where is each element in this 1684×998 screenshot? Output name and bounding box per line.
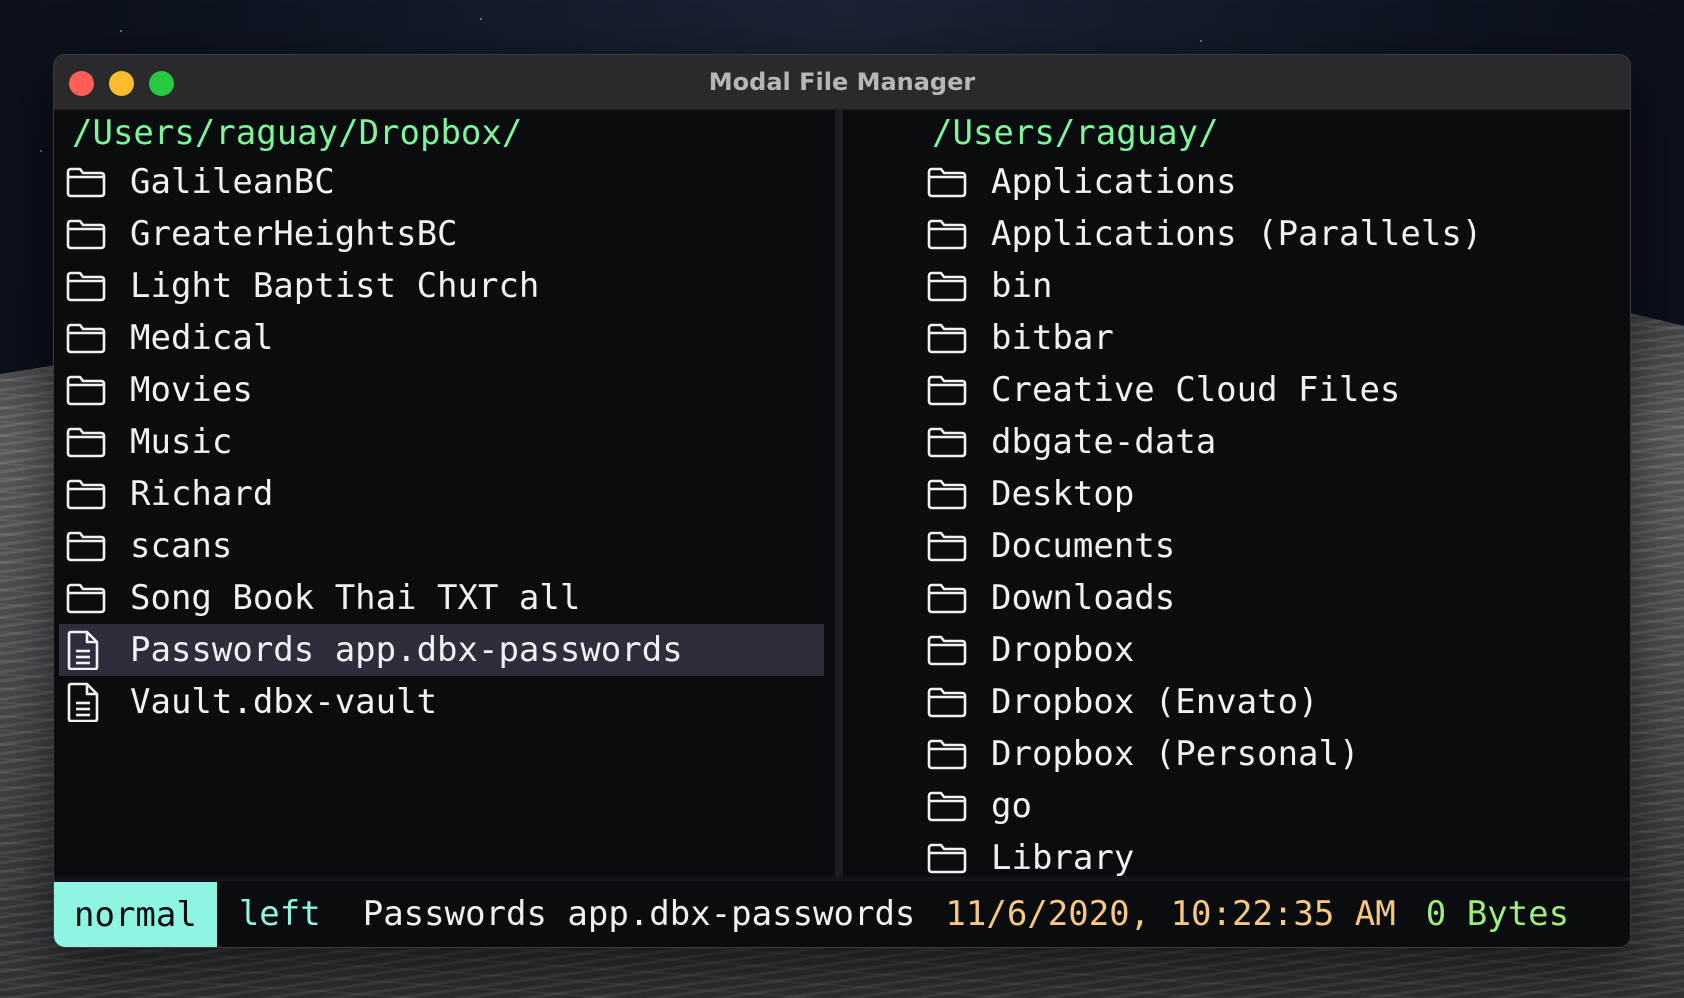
item-label: GalileanBC [130, 162, 335, 202]
left-pane-list: GalileanBC GreaterHeightsBC Light Baptist … [54, 156, 830, 728]
folder-icon [66, 370, 110, 410]
item-label: Light Baptist Church [130, 266, 540, 306]
folder-icon [66, 526, 110, 566]
right-pane-list: Applications Applications (Parallels) bin b… [859, 156, 1630, 884]
status-bar: normal left Passwords app.dbx-passwords … [54, 877, 1630, 947]
item-label: bitbar [991, 318, 1114, 358]
folder-icon [66, 422, 110, 462]
item-label: dbgate-data [991, 422, 1217, 462]
right-pane[interactable]: /Users/raguay/ Applications Applications … [859, 110, 1630, 933]
item-label: Richard [130, 474, 274, 514]
panes: /Users/raguay/Dropbox/ GalileanBC Greater… [54, 110, 1630, 933]
folder-item[interactable]: Medical [54, 312, 830, 364]
status-file-size: 0 Bytes [1425, 894, 1570, 934]
folder-icon [927, 318, 971, 358]
item-label: Dropbox (Envato) [991, 682, 1319, 722]
active-side-indicator: left [238, 894, 321, 934]
folder-icon [927, 630, 971, 670]
item-label: Song Book Thai TXT all [130, 578, 581, 618]
item-label: Movies [130, 370, 253, 410]
folder-item[interactable]: Music [54, 416, 830, 468]
item-label: Vault.dbx-vault [130, 682, 438, 722]
folder-item[interactable]: Applications (Parallels) [859, 208, 1630, 260]
file-item[interactable]: Passwords app.dbx-passwords [59, 624, 824, 676]
status-file-date: 11/6/2020, 10:22:35 AM [945, 894, 1396, 934]
file-item[interactable]: Vault.dbx-vault [54, 676, 830, 728]
folder-item[interactable]: Downloads [859, 572, 1630, 624]
folder-item[interactable]: GalileanBC [54, 156, 830, 208]
folder-item[interactable]: Dropbox [859, 624, 1630, 676]
window-title: Modal File Manager [708, 68, 976, 96]
folder-icon [927, 786, 971, 826]
item-label: Dropbox (Personal) [991, 734, 1360, 774]
folder-icon [66, 162, 110, 202]
pane-divider[interactable] [830, 110, 859, 933]
folder-icon [927, 214, 971, 254]
file-icon [66, 682, 110, 722]
item-label: Applications [991, 162, 1237, 202]
item-label: Creative Cloud Files [991, 370, 1401, 410]
folder-item[interactable]: Applications [859, 156, 1630, 208]
folder-item[interactable]: scans [54, 520, 830, 572]
folder-item[interactable]: Desktop [859, 468, 1630, 520]
item-label: Documents [991, 526, 1176, 566]
star [120, 30, 122, 32]
folder-icon [927, 162, 971, 202]
folder-icon [66, 318, 110, 358]
title-bar[interactable]: Modal File Manager [54, 55, 1630, 110]
folder-item[interactable]: Richard [54, 468, 830, 520]
file-icon [66, 630, 110, 670]
folder-icon [66, 266, 110, 306]
item-label: Passwords app.dbx-passwords [130, 630, 683, 670]
folder-item[interactable]: Movies [54, 364, 830, 416]
folder-item[interactable]: bitbar [859, 312, 1630, 364]
item-label: Desktop [991, 474, 1135, 514]
item-label: bin [991, 266, 1053, 306]
folder-icon [927, 370, 971, 410]
left-pane-path: /Users/raguay/Dropbox/ [72, 113, 523, 153]
folder-item[interactable]: Light Baptist Church [54, 260, 830, 312]
folder-icon [66, 474, 110, 514]
folder-icon [927, 838, 971, 878]
item-label: go [991, 786, 1032, 826]
folder-icon [927, 266, 971, 306]
item-label: scans [130, 526, 233, 566]
folder-icon [66, 578, 110, 618]
item-label: GreaterHeightsBC [130, 214, 458, 254]
status-file-name: Passwords app.dbx-passwords [362, 894, 916, 934]
star [480, 18, 482, 20]
folder-item[interactable]: Documents [859, 520, 1630, 572]
folder-item[interactable]: bin [859, 260, 1630, 312]
folder-icon [927, 734, 971, 774]
folder-icon [927, 578, 971, 618]
item-label: Library [991, 838, 1135, 878]
star [40, 150, 42, 152]
item-label: Music [130, 422, 233, 462]
item-label: Downloads [991, 578, 1176, 618]
folder-item[interactable]: go [859, 780, 1630, 832]
file-manager-window: Modal File Manager /Users/raguay/Dropbox… [53, 54, 1631, 948]
mode-indicator: normal [54, 882, 217, 947]
item-label: Medical [130, 318, 274, 358]
folder-item[interactable]: Song Book Thai TXT all [54, 572, 830, 624]
folder-icon [927, 526, 971, 566]
star [1200, 40, 1202, 42]
right-pane-path: /Users/raguay/ [932, 113, 1219, 153]
folder-icon [927, 474, 971, 514]
folder-item[interactable]: Dropbox (Personal) [859, 728, 1630, 780]
item-label: Dropbox [991, 630, 1135, 670]
folder-icon [927, 682, 971, 722]
folder-item[interactable]: Dropbox (Envato) [859, 676, 1630, 728]
folder-icon [66, 214, 110, 254]
item-label: Applications (Parallels) [991, 214, 1483, 254]
folder-icon [927, 422, 971, 462]
left-pane[interactable]: /Users/raguay/Dropbox/ GalileanBC Greater… [54, 110, 830, 933]
folder-item[interactable]: Creative Cloud Files [859, 364, 1630, 416]
folder-item[interactable]: GreaterHeightsBC [54, 208, 830, 260]
folder-item[interactable]: dbgate-data [859, 416, 1630, 468]
